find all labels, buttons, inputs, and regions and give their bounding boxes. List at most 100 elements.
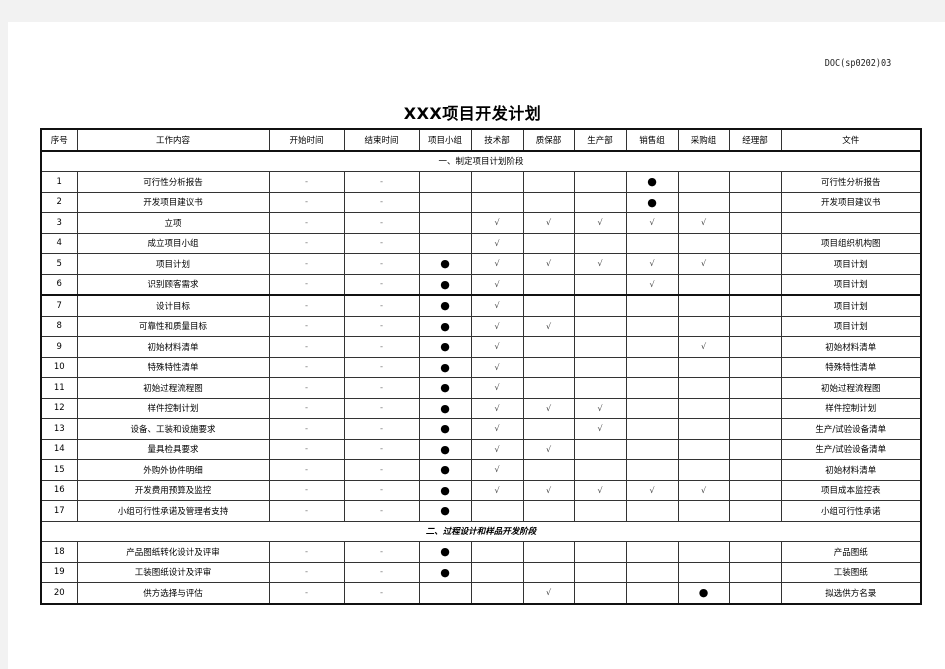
team-mark [418, 171, 472, 193]
end-time: - [343, 171, 420, 193]
team-mark: ● [418, 500, 472, 522]
end-time: - [343, 582, 420, 604]
document-code: DOC(sp0202)03 [824, 58, 891, 69]
team-mark: ● [418, 377, 472, 399]
end-time: - [343, 541, 420, 563]
purch-mark [677, 438, 730, 460]
purch-mark: √ [677, 479, 730, 501]
table-body: 一、制定项目计划阶段 1 可行性分析报告 - - ● 可行性分析报告 2 开发项目建议书 - - ● 开… [40, 150, 922, 604]
mgmt-mark [728, 315, 782, 337]
team-mark: ● [418, 418, 472, 440]
sales-mark: √ [625, 479, 679, 501]
output-file: 开发项目建议书 [780, 191, 922, 213]
end-time: - [343, 273, 420, 296]
table-row: 8 可靠性和质量目标 - - ● √ √ 项目计划 [40, 315, 922, 337]
team-mark: ● [418, 541, 472, 563]
purch-mark [677, 315, 730, 337]
team-mark: ● [418, 479, 472, 501]
qa-mark [522, 294, 575, 317]
purch-mark: √ [677, 212, 730, 234]
table-row: 20 供方选择与评估 - - √ ● 拟选供方名录 [40, 582, 922, 604]
prod-mark [573, 273, 627, 296]
start-time: - [268, 459, 345, 481]
tech-mark: √ [470, 315, 524, 337]
prod-mark [573, 438, 627, 460]
table-row: 16 开发费用预算及监控 - - ● √ √ √ √ √ 项目成本监控表 [40, 479, 922, 501]
qa-mark [522, 459, 575, 481]
task-name: 开发费用预算及监控 [76, 479, 270, 501]
start-time: - [268, 500, 345, 522]
task-name: 设计目标 [76, 294, 270, 317]
end-time: - [343, 561, 420, 583]
task-name: 设备、工装和设施要求 [76, 418, 270, 440]
purch-mark [677, 273, 730, 296]
end-time: - [343, 212, 420, 234]
end-time: - [343, 418, 420, 440]
table-row: 7 设计目标 - - ● √ 项目计划 [40, 294, 922, 317]
page-title: XXX项目开发计划 [403, 104, 542, 123]
prod-mark [573, 377, 627, 399]
team-mark: ● [418, 336, 472, 358]
qa-mark [522, 336, 575, 358]
sales-mark [625, 438, 679, 460]
sales-mark: √ [625, 212, 679, 234]
table-row: 2 开发项目建议书 - - ● 开发项目建议书 [40, 191, 922, 213]
row-number: 17 [40, 500, 78, 522]
end-time: - [343, 253, 420, 275]
mgmt-mark [728, 541, 782, 563]
mgmt-mark [728, 253, 782, 275]
end-time: - [343, 315, 420, 337]
purch-mark: √ [677, 253, 730, 275]
mgmt-mark [728, 273, 782, 296]
row-number: 20 [40, 582, 78, 604]
output-file: 初始过程流程图 [780, 377, 922, 399]
qa-mark [522, 273, 575, 296]
mgmt-mark [728, 438, 782, 460]
tech-mark [470, 582, 524, 604]
start-time: - [268, 212, 345, 234]
end-time: - [343, 397, 420, 419]
prod-mark [573, 561, 627, 583]
qa-mark [522, 500, 575, 522]
header-file: 文件 [780, 128, 922, 152]
start-time: - [268, 377, 345, 399]
qa-mark [522, 377, 575, 399]
mgmt-mark [728, 191, 782, 213]
sales-mark [625, 294, 679, 317]
purch-mark [677, 191, 730, 213]
team-mark: ● [418, 294, 472, 317]
purch-mark: ● [677, 582, 730, 604]
start-time: - [268, 253, 345, 275]
task-name: 小组可行性承诺及管理者支持 [76, 500, 270, 522]
table-row: 9 初始材料清单 - - ● √ √ 初始材料清单 [40, 336, 922, 358]
task-name: 供方选择与评估 [76, 582, 270, 604]
team-mark: ● [418, 459, 472, 481]
sales-mark [625, 418, 679, 440]
qa-mark [522, 541, 575, 563]
row-number: 14 [40, 438, 78, 460]
purch-mark [677, 459, 730, 481]
tech-mark [470, 191, 524, 213]
mgmt-mark [728, 397, 782, 419]
mgmt-mark [728, 418, 782, 440]
sales-mark [625, 356, 679, 378]
team-mark: ● [418, 273, 472, 296]
mgmt-mark [728, 336, 782, 358]
row-number: 18 [40, 541, 78, 563]
team-mark: ● [418, 561, 472, 583]
task-name: 产品图纸转化设计及评审 [76, 541, 270, 563]
sales-mark [625, 377, 679, 399]
tech-mark: √ [470, 438, 524, 460]
tech-mark: √ [470, 459, 524, 481]
output-file: 样件控制计划 [780, 397, 922, 419]
qa-mark: √ [522, 397, 575, 419]
mgmt-mark [728, 232, 782, 254]
team-mark: ● [418, 253, 472, 275]
start-time: - [268, 191, 345, 213]
prod-mark [573, 171, 627, 193]
prod-mark [573, 500, 627, 522]
mgmt-mark [728, 459, 782, 481]
sales-mark [625, 582, 679, 604]
task-name: 初始过程流程图 [76, 377, 270, 399]
row-number: 4 [40, 232, 78, 254]
